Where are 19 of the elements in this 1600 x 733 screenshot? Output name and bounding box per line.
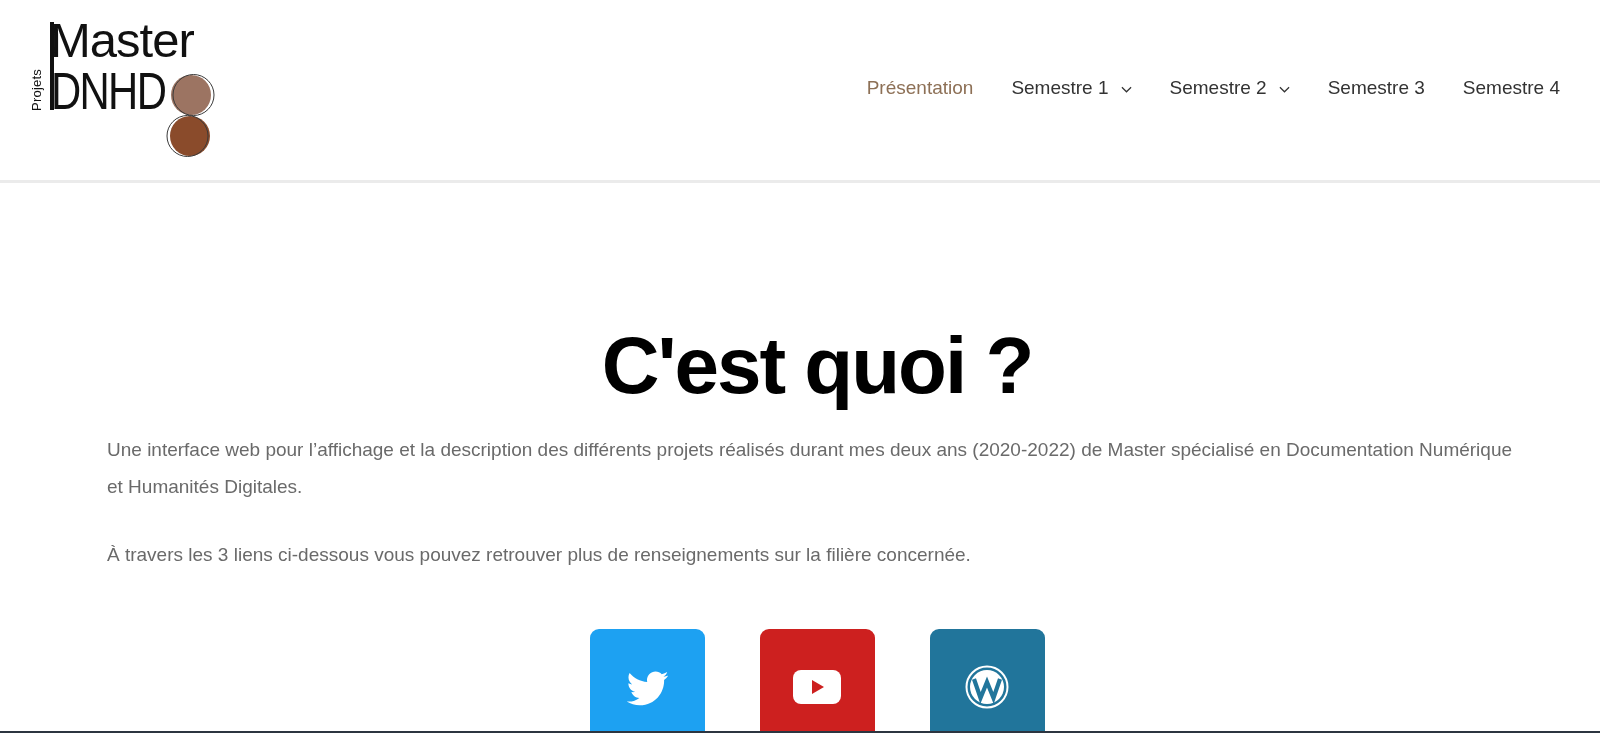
social-link-button[interactable]	[759, 629, 875, 731]
circled-w-icon	[965, 665, 1009, 709]
bird-icon	[625, 669, 669, 706]
social-link-button[interactable]	[589, 629, 705, 731]
logo-title: Master	[50, 16, 194, 65]
nav-link[interactable]: Semestre 1	[992, 75, 1151, 101]
nav-link[interactable]: Semestre 3	[1308, 75, 1444, 101]
nav-link[interactable]: Semestre 2	[1150, 75, 1309, 101]
circle-icon	[166, 113, 212, 159]
video-play-icon	[793, 670, 841, 704]
logo-subtitle: DNHD	[51, 66, 166, 117]
nav-link[interactable]: Semestre 4	[1443, 75, 1579, 101]
social-link-button[interactable]	[929, 629, 1045, 731]
intro-paragraph: Une interface web pour l’affichage et la description des différents projets réalisés durant mes deux ans (2020-2022) de Master spécialisé en Documentation Numérique et Humanités Digitales.	[107, 438, 1514, 499]
nav-link[interactable]: Présentation	[847, 75, 993, 101]
circle-icon	[169, 72, 215, 118]
page-heading: C'est quoi ?	[600, 320, 1034, 412]
logo-side-text: Projets	[30, 69, 43, 111]
intro-paragraph: À travers les 3 liens ci-dessous vous pouvez retrouver plus de renseignements sur la filière concernée.	[107, 543, 972, 567]
